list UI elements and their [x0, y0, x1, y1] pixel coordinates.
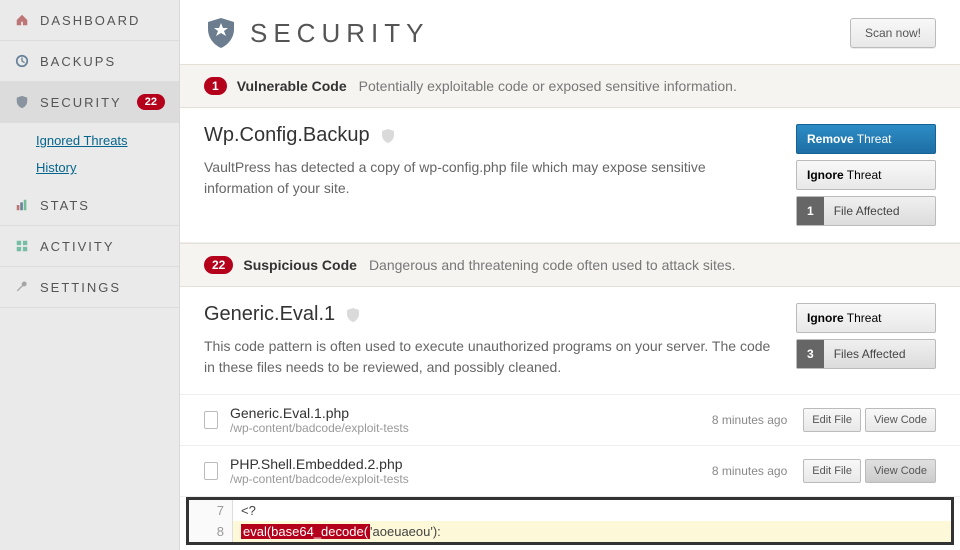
- file-time: 8 minutes ago: [712, 464, 787, 478]
- file-name: PHP.Shell.Embedded.2.php: [230, 456, 712, 472]
- page-title: SECURITY: [250, 18, 429, 49]
- nav-badge: 22: [137, 94, 165, 110]
- count-badge: 1: [204, 77, 227, 95]
- nav-activity[interactable]: ACTIVITY: [0, 226, 179, 267]
- nav-stats[interactable]: STATS: [0, 185, 179, 226]
- file-path: /wp-content/badcode/exploit-tests: [230, 421, 712, 435]
- ignore-threat-button[interactable]: Ignore Threat: [796, 160, 936, 190]
- nav-sub: Ignored Threats History: [0, 123, 179, 185]
- shield-icon: [345, 307, 361, 323]
- code-line: 8 eval(base64_decode('aoeuaeou'):: [189, 521, 951, 542]
- nav-label: BACKUPS: [40, 54, 116, 69]
- clock-icon: [14, 53, 30, 69]
- nav-history[interactable]: History: [36, 154, 179, 181]
- section-title: Suspicious Code: [243, 257, 357, 273]
- home-icon: [14, 12, 30, 28]
- wrench-icon: [14, 279, 30, 295]
- grid-icon: [14, 238, 30, 254]
- file-icon: [204, 411, 218, 429]
- nav-label: STATS: [40, 198, 90, 213]
- nav-security[interactable]: SECURITY 22: [0, 82, 179, 123]
- view-code-button[interactable]: View Code: [865, 459, 936, 483]
- threat-item: Wp.Config.Backup VaultPress has detected…: [180, 108, 960, 243]
- sidebar: DASHBOARD BACKUPS SECURITY 22 Ignored Th…: [0, 0, 180, 550]
- file-name: Generic.Eval.1.php: [230, 405, 712, 421]
- threat-title: Generic.Eval.1: [204, 303, 335, 326]
- edit-file-button[interactable]: Edit File: [803, 459, 861, 483]
- shield-icon: [380, 128, 396, 144]
- code-viewer: 7 <? 8 eval(base64_decode('aoeuaeou'):: [186, 497, 954, 545]
- section-suspicious: 22 Suspicious Code Dangerous and threate…: [180, 243, 960, 287]
- nav-settings[interactable]: SETTINGS: [0, 267, 179, 308]
- section-desc: Potentially exploitable code or exposed …: [359, 78, 737, 94]
- nav-backups[interactable]: BACKUPS: [0, 41, 179, 82]
- scan-button[interactable]: Scan now!: [850, 18, 936, 48]
- section-desc: Dangerous and threatening code often use…: [369, 257, 736, 273]
- remove-threat-button[interactable]: Remove Threat: [796, 124, 936, 154]
- view-code-button[interactable]: View Code: [865, 408, 936, 432]
- edit-file-button[interactable]: Edit File: [803, 408, 861, 432]
- file-path: /wp-content/badcode/exploit-tests: [230, 472, 712, 486]
- section-vulnerable: 1 Vulnerable Code Potentially exploitabl…: [180, 64, 960, 108]
- threat-title: Wp.Config.Backup: [204, 124, 370, 147]
- file-row: PHP.Shell.Embedded.2.php /wp-content/bad…: [180, 446, 960, 497]
- files-affected-button[interactable]: 3Files Affected: [796, 339, 936, 369]
- file-row: Generic.Eval.1.php /wp-content/badcode/e…: [180, 395, 960, 446]
- threat-desc: This code pattern is often used to execu…: [204, 336, 776, 378]
- shield-icon: [204, 16, 238, 50]
- nav-label: ACTIVITY: [40, 239, 115, 254]
- nav-label: SECURITY: [40, 95, 122, 110]
- nav-label: SETTINGS: [40, 280, 121, 295]
- nav-label: DASHBOARD: [40, 13, 140, 28]
- files-affected-button[interactable]: 1File Affected: [796, 196, 936, 226]
- threat-desc: VaultPress has detected a copy of wp-con…: [204, 157, 776, 199]
- main: SECURITY Scan now! 1 Vulnerable Code Pot…: [180, 0, 960, 550]
- code-line: 7 <?: [189, 500, 951, 521]
- count-badge: 22: [204, 256, 233, 274]
- section-title: Vulnerable Code: [237, 78, 347, 94]
- ignore-threat-button[interactable]: Ignore Threat: [796, 303, 936, 333]
- threat-item: Generic.Eval.1 This code pattern is ofte…: [180, 287, 960, 395]
- file-icon: [204, 462, 218, 480]
- nav-ignored-threats[interactable]: Ignored Threats: [36, 127, 179, 154]
- file-time: 8 minutes ago: [712, 413, 787, 427]
- page-header: SECURITY Scan now!: [180, 0, 960, 64]
- chart-icon: [14, 197, 30, 213]
- nav-dashboard[interactable]: DASHBOARD: [0, 0, 179, 41]
- shield-icon: [14, 94, 30, 110]
